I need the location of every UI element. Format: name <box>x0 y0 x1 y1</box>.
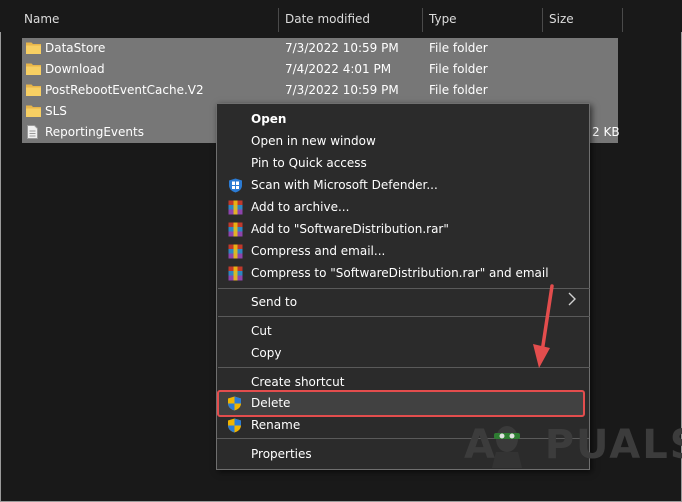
column-divider[interactable] <box>622 8 623 32</box>
file-date: 7/3/2022 10:59 PM <box>285 41 399 55</box>
file-row[interactable]: Download 7/4/2022 4:01 PM File folder <box>22 59 618 80</box>
menu-item-label: Add to "SoftwareDistribution.rar" <box>251 222 449 236</box>
winrar-icon <box>228 244 243 259</box>
winrar-icon <box>228 222 243 237</box>
delete-highlight-box <box>217 390 585 417</box>
menu-item-label: Add to archive... <box>251 200 350 214</box>
column-size[interactable]: Size <box>549 0 574 32</box>
column-divider[interactable] <box>422 8 423 32</box>
menu-item-add-archive[interactable]: Add to archive... <box>217 196 589 218</box>
menu-item-scan-defender[interactable]: Scan with Microsoft Defender... <box>217 174 589 196</box>
annotation-arrow-icon <box>533 284 554 368</box>
file-type: File folder <box>429 83 488 97</box>
menu-item-add-rar[interactable]: Add to "SoftwareDistribution.rar" <box>217 218 589 240</box>
appuals-mascot-icon <box>492 426 522 468</box>
folder-icon <box>26 63 41 75</box>
file-name: PostRebootEventCache.V2 <box>45 83 204 97</box>
file-row[interactable]: DataStore 7/3/2022 10:59 PM File folder <box>22 38 618 59</box>
folder-icon <box>26 42 41 54</box>
file-type: File folder <box>429 41 488 55</box>
menu-item-label: Cut <box>251 324 272 338</box>
column-divider[interactable] <box>542 8 543 32</box>
folder-icon <box>26 105 41 117</box>
column-date-modified[interactable]: Date modified <box>285 0 370 32</box>
file-name: SLS <box>45 104 67 118</box>
menu-item-pin-quick-access[interactable]: Pin to Quick access <box>217 152 589 174</box>
menu-item-open[interactable]: Open <box>217 108 589 130</box>
shield-icon <box>229 178 242 193</box>
file-name: DataStore <box>45 41 106 55</box>
winrar-icon <box>228 266 243 281</box>
file-date: 7/4/2022 4:01 PM <box>285 62 392 76</box>
menu-item-compress-rar-email[interactable]: Compress to "SoftwareDistribution.rar" a… <box>217 262 589 284</box>
file-name: ReportingEvents <box>45 125 144 139</box>
column-type[interactable]: Type <box>429 0 457 32</box>
menu-item-label: Compress to "SoftwareDistribution.rar" a… <box>251 266 549 280</box>
file-name: Download <box>45 62 105 76</box>
file-size: 2 KB <box>592 125 620 139</box>
menu-item-label: Properties <box>251 447 312 461</box>
menu-item-label: Copy <box>251 346 282 360</box>
file-type: File folder <box>429 62 488 76</box>
menu-item-label: Scan with Microsoft Defender... <box>251 178 438 192</box>
column-divider[interactable] <box>278 8 279 32</box>
menu-item-label: Send to <box>251 295 298 309</box>
menu-item-label: Open <box>251 112 287 126</box>
menu-item-label: Open in new window <box>251 134 376 148</box>
menu-item-label: Compress and email... <box>251 244 386 258</box>
chevron-right-icon <box>568 292 576 306</box>
uac-shield-icon <box>228 418 241 433</box>
column-name[interactable]: Name <box>24 0 59 32</box>
winrar-icon <box>228 200 243 215</box>
menu-item-open-new-window[interactable]: Open in new window <box>217 130 589 152</box>
file-row[interactable]: PostRebootEventCache.V2 7/3/2022 10:59 P… <box>22 80 618 101</box>
folder-icon <box>26 84 41 96</box>
file-icon <box>27 125 38 139</box>
menu-item-label: Pin to Quick access <box>251 156 367 170</box>
file-date: 7/3/2022 10:59 PM <box>285 83 399 97</box>
column-header: Name Date modified Type Size <box>0 0 682 32</box>
menu-item-compress-email[interactable]: Compress and email... <box>217 240 589 262</box>
menu-item-label: Rename <box>251 418 301 432</box>
